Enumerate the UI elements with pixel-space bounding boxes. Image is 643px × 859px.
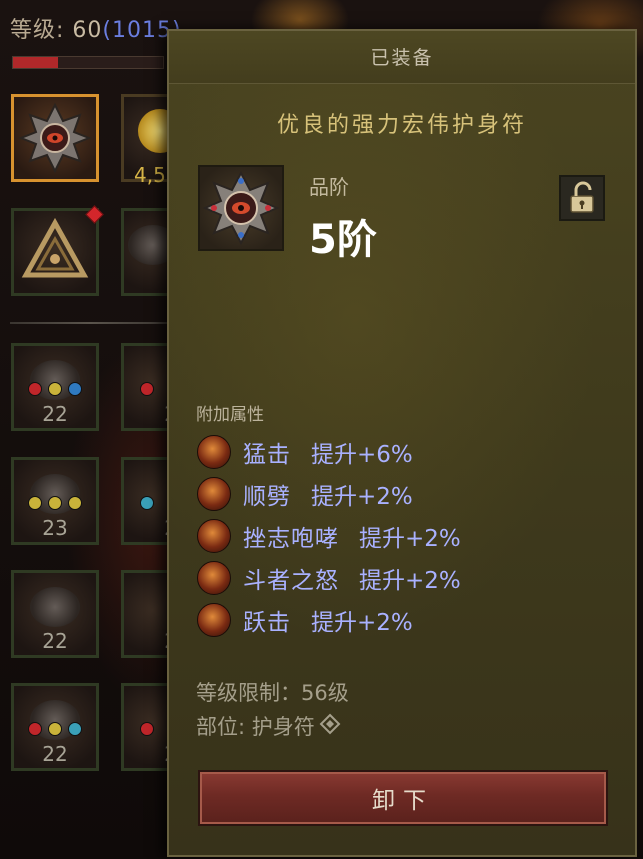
red-gem-icon xyxy=(28,722,42,736)
unlocked-padlock-icon xyxy=(570,181,594,213)
unequip-button[interactable]: 卸下 xyxy=(198,770,608,826)
attributes-list: 猛击 提升+6% 顺劈 提升+2% 挫志咆哮 提升+2% 斗者之怒 提升+2% … xyxy=(197,431,461,641)
attribute-row: 斗者之怒 提升+2% xyxy=(197,557,461,599)
teal-gem-icon xyxy=(140,496,154,510)
attribute-row: 猛击 提升+6% xyxy=(197,431,461,473)
red-gem-icon xyxy=(140,382,154,396)
amulet-slot[interactable] xyxy=(11,94,99,182)
attribute-bonus: 提升+2% xyxy=(359,526,461,552)
level-requirement: 等级限制：56级 xyxy=(196,681,349,705)
wrath-skill-icon xyxy=(197,561,231,595)
crest-slot[interactable] xyxy=(11,208,99,296)
item-slot-type: 部位: 护身符 xyxy=(196,711,341,741)
attribute-name: 挫志咆哮 xyxy=(243,526,339,552)
bash-skill-icon xyxy=(197,435,231,469)
item-name: 优良的强力宏伟护身符 xyxy=(276,113,527,138)
attribute-name: 顺劈 xyxy=(243,484,291,510)
attribute-row: 顺劈 提升+2% xyxy=(197,473,461,515)
gem-slot-3[interactable]: 22 xyxy=(11,570,99,658)
socket-row xyxy=(28,722,82,736)
attribute-name: 猛击 xyxy=(243,442,291,468)
attribute-bonus: 提升+2% xyxy=(359,568,461,594)
attribute-bonus: 提升+6% xyxy=(311,442,413,468)
equipped-status: 已装备 xyxy=(370,47,434,69)
slot-count: 22 xyxy=(42,742,68,766)
yellow-gem-icon xyxy=(48,722,62,736)
attribute-name: 斗者之怒 xyxy=(243,568,339,594)
red-gem-icon xyxy=(28,382,42,396)
gem-slot-4[interactable]: 22 xyxy=(11,683,99,771)
yellow-gem-icon xyxy=(68,496,82,510)
socket-row xyxy=(28,382,82,396)
leap-skill-icon xyxy=(197,603,231,637)
amulet-icon xyxy=(202,170,280,246)
character-level: 等级: 60(1015) xyxy=(10,12,182,44)
attribute-row: 挫志咆哮 提升+2% xyxy=(197,515,461,557)
tier-value: 5阶 xyxy=(309,217,377,263)
socket-row xyxy=(28,496,82,510)
grid-divider xyxy=(10,322,170,324)
item-tooltip-panel: 已装备 优良的强力宏伟护身符 品阶 5阶 附加属性 猛击 提升+6% 顺劈 提升… xyxy=(167,29,637,857)
attribute-bonus: 提升+2% xyxy=(311,610,413,636)
slot-count: 22 xyxy=(42,402,68,426)
lock-toggle-button[interactable] xyxy=(559,175,605,221)
experience-bar-fill xyxy=(13,57,58,68)
experience-bar xyxy=(12,56,164,69)
item-icon-frame xyxy=(198,165,284,251)
slot-count: 23 xyxy=(42,516,68,540)
teal-gem-icon xyxy=(68,722,82,736)
tier-label: 品阶 xyxy=(309,175,349,199)
roar-skill-icon xyxy=(197,519,231,553)
gem-slot-2[interactable]: 23 xyxy=(11,457,99,545)
level-prefix: 等级: xyxy=(10,18,73,43)
gold-amount: 4,5 xyxy=(134,163,166,187)
gem-slot-1[interactable]: 22 xyxy=(11,343,99,431)
slot-type-label: 部位: 护身符 xyxy=(196,715,315,739)
ring-icon xyxy=(30,587,80,628)
attributes-heading: 附加属性 xyxy=(196,405,264,425)
triangle-crest-icon xyxy=(21,217,89,278)
level-value: 60 xyxy=(72,18,103,43)
tooltip-header: 已装备 xyxy=(169,31,635,84)
yellow-gem-icon xyxy=(48,382,62,396)
blue-gem-icon xyxy=(68,382,82,396)
amulet-icon xyxy=(18,102,92,174)
red-gem-icon xyxy=(140,722,154,736)
attribute-name: 跃击 xyxy=(243,610,291,636)
yellow-gem-icon xyxy=(48,496,62,510)
attribute-row: 跃击 提升+2% xyxy=(197,599,461,641)
yellow-gem-icon xyxy=(28,496,42,510)
attribute-bonus: 提升+2% xyxy=(311,484,413,510)
slot-count: 22 xyxy=(42,629,68,653)
cleave-skill-icon xyxy=(197,477,231,511)
amulet-slot-icon xyxy=(319,713,341,740)
